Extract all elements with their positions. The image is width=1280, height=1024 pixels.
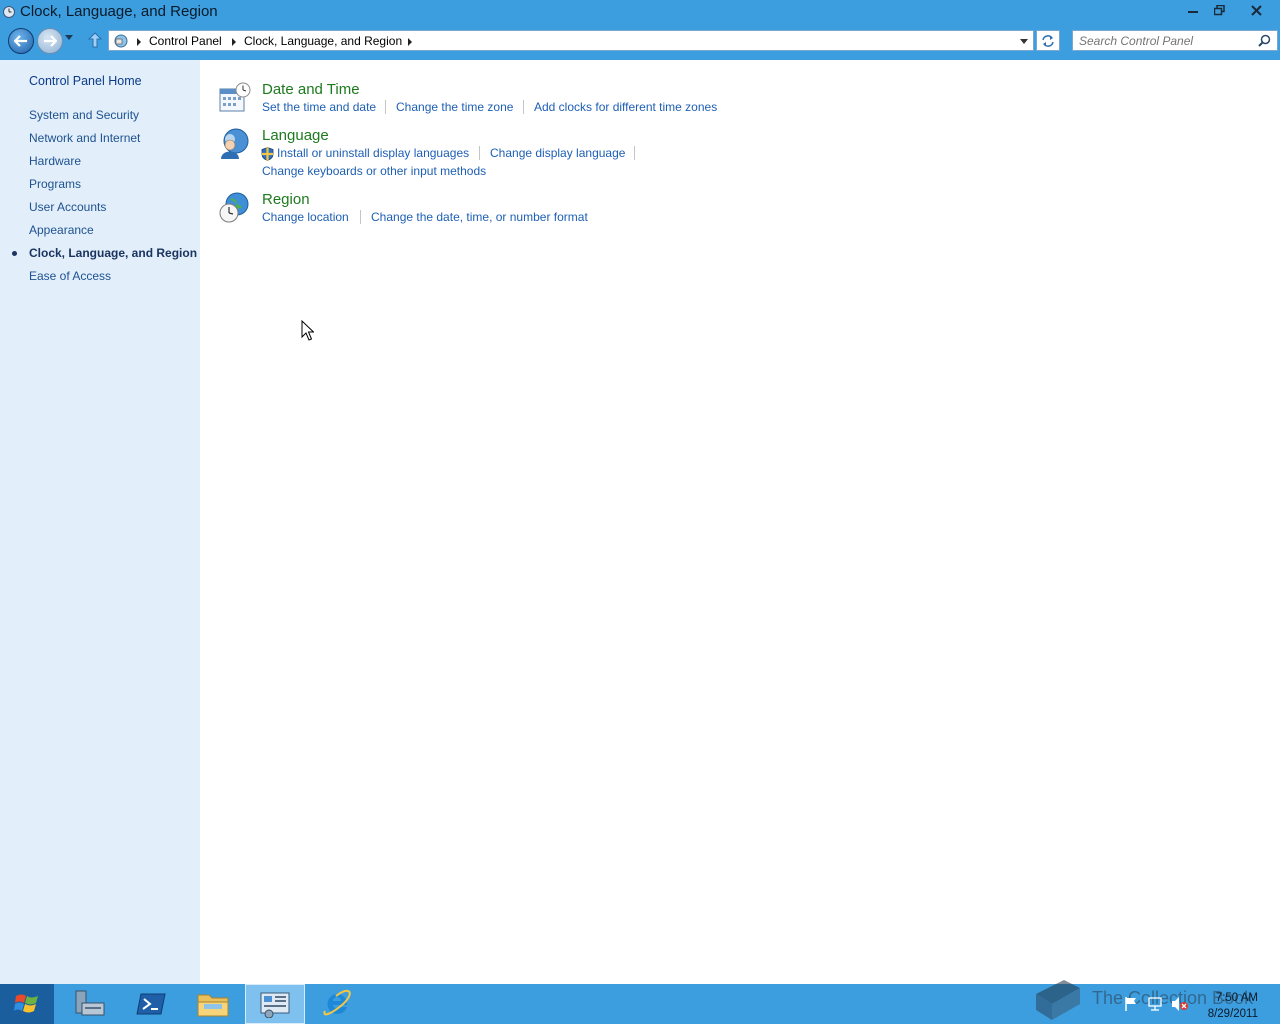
address-dropdown-icon[interactable] (1020, 39, 1028, 44)
up-arrow-icon[interactable] (88, 32, 102, 48)
change-date-time-number-format-link[interactable]: Change the date, time, or number format (371, 210, 588, 224)
globe-clock-icon[interactable] (218, 191, 252, 225)
sidebar-item-network-and-internet[interactable]: Network and Internet (29, 131, 140, 145)
forward-arrow-icon (44, 35, 57, 47)
set-time-and-date-link[interactable]: Set the time and date (262, 100, 376, 114)
add-clocks-link[interactable]: Add clocks for different time zones (534, 100, 717, 114)
search-input[interactable] (1077, 32, 1257, 50)
search-icon[interactable] (1258, 34, 1271, 47)
internet-explorer-icon (323, 989, 351, 1016)
category-date-and-time: Date and Time Set the time and date Chan… (218, 81, 818, 117)
server-manager-icon (75, 990, 105, 1016)
minimize-button[interactable] (1180, 0, 1206, 20)
back-arrow-icon (14, 35, 27, 47)
taskbar-control-panel[interactable] (245, 984, 305, 1024)
change-location-link[interactable]: Change location (262, 210, 349, 224)
file-explorer-icon (197, 994, 229, 1017)
close-button[interactable] (1240, 0, 1272, 20)
link-separator (634, 146, 635, 160)
powershell-icon (136, 993, 166, 1015)
taskbar-powershell[interactable] (122, 984, 180, 1024)
sidebar-item-system-and-security[interactable]: System and Security (29, 108, 139, 122)
install-display-languages-link[interactable]: Install or uninstall display languages (277, 146, 469, 160)
title-bar: Clock, Language, and Region (0, 0, 1280, 24)
forward-button[interactable] (37, 28, 63, 54)
address-bar[interactable]: Control Panel Clock, Language, and Regio… (108, 30, 1034, 51)
taskbar: The Collection Book 7:50 AM 8/29/2011 (0, 980, 1280, 1024)
window-title: Clock, Language, and Region (20, 3, 218, 20)
clock-date: 8/29/2011 (1207, 1008, 1258, 1020)
clock-time: 7:50 AM (1215, 992, 1258, 1004)
change-keyboards-link[interactable]: Change keyboards or other input methods (262, 164, 486, 178)
change-display-language-link[interactable]: Change display language (490, 146, 625, 160)
change-time-zone-link[interactable]: Change the time zone (396, 100, 513, 114)
system-clock[interactable]: 7:50 AM 8/29/2011 (1196, 990, 1258, 1022)
breadcrumb-control-panel[interactable]: Control Panel (149, 34, 222, 48)
uac-shield-icon (261, 147, 274, 161)
mouse-cursor-icon (301, 320, 314, 341)
book-logo-icon (1036, 980, 1080, 1020)
taskbar-server-manager[interactable] (60, 984, 118, 1024)
sidebar-item-hardware[interactable]: Hardware (29, 154, 81, 168)
minimize-icon (1188, 11, 1198, 13)
breadcrumb-separator-icon[interactable] (408, 38, 412, 46)
refresh-icon (1042, 34, 1054, 47)
active-item-bullet-icon (12, 251, 17, 256)
sidebar-item-user-accounts[interactable]: User Accounts (29, 200, 106, 214)
breadcrumb-separator-icon[interactable] (137, 38, 141, 46)
category-language: Language Install or uninstall display la… (218, 127, 818, 181)
region-title[interactable]: Region (262, 191, 310, 208)
breadcrumb-separator-icon[interactable] (232, 38, 236, 46)
windows-logo-icon (14, 994, 38, 1013)
link-separator (479, 146, 480, 160)
volume-muted-icon[interactable] (1171, 996, 1189, 1012)
language-title[interactable]: Language (262, 127, 329, 144)
control-panel-globe-icon (114, 34, 128, 48)
navigation-bar: Control Panel Clock, Language, and Regio… (0, 24, 1280, 60)
recent-locations-dropdown-icon[interactable] (64, 34, 74, 42)
category-region: Region Change location Change the date, … (218, 191, 818, 227)
link-separator (523, 100, 524, 114)
language-people-icon[interactable] (218, 127, 252, 161)
taskbar-internet-explorer[interactable] (308, 984, 366, 1024)
sidebar-item-clock-language-region[interactable]: Clock, Language, and Region (29, 246, 197, 260)
calendar-clock-icon[interactable] (218, 81, 252, 115)
control-panel-icon (260, 992, 290, 1018)
refresh-button[interactable] (1036, 30, 1060, 51)
control-panel-icon (3, 6, 15, 18)
breadcrumb-current[interactable]: Clock, Language, and Region (244, 34, 402, 48)
date-and-time-title[interactable]: Date and Time (262, 81, 360, 98)
search-box[interactable] (1072, 30, 1278, 51)
navigation-pane: Control Panel Home System and Security N… (0, 60, 200, 984)
taskbar-file-explorer[interactable] (184, 984, 242, 1024)
restore-icon (1213, 4, 1225, 15)
sidebar-item-programs[interactable]: Programs (29, 177, 81, 191)
start-button[interactable] (0, 984, 54, 1024)
sidebar-item-ease-of-access[interactable]: Ease of Access (29, 269, 111, 283)
sidebar-item-appearance[interactable]: Appearance (29, 223, 94, 237)
action-center-flag-icon[interactable] (1124, 996, 1138, 1012)
close-icon (1250, 4, 1262, 16)
network-icon[interactable] (1147, 996, 1163, 1012)
restore-button[interactable] (1206, 0, 1232, 20)
back-button[interactable] (8, 28, 34, 54)
link-separator (385, 100, 386, 114)
control-panel-home-link[interactable]: Control Panel Home (29, 74, 142, 88)
link-separator (360, 210, 361, 224)
